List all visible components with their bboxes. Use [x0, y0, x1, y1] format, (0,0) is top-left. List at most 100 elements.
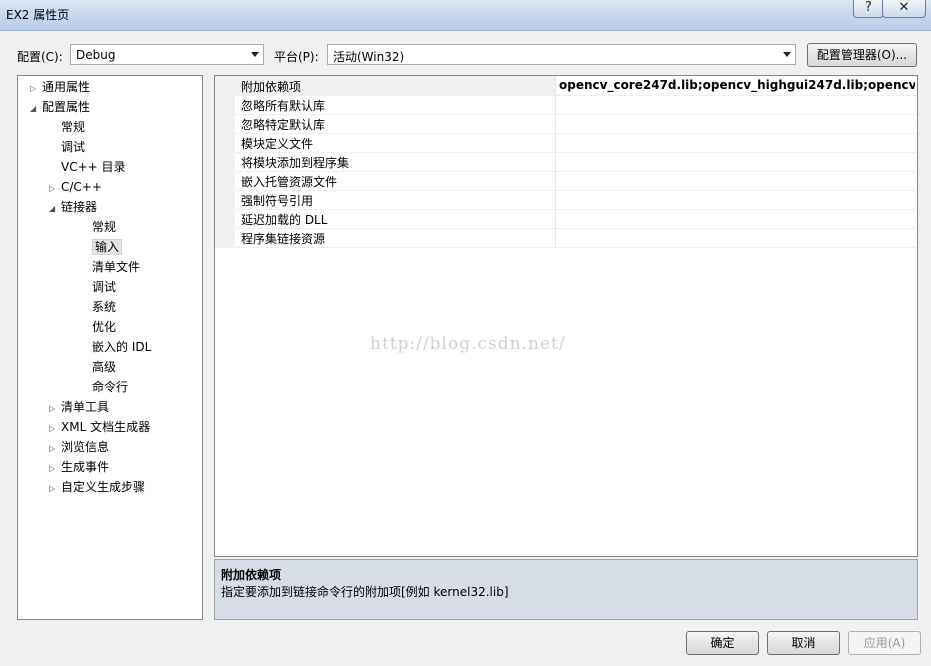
- tree-item-label: 命令行: [92, 380, 129, 394]
- tree-item-label: 清单文件: [92, 260, 141, 274]
- watermark: http://blog.csdn.net/: [370, 334, 566, 354]
- tree-item[interactable]: ◢ 配置属性: [30, 98, 90, 116]
- tree-item[interactable]: 嵌入的 IDL: [80, 338, 151, 356]
- property-row[interactable]: 忽略特定默认库: [215, 114, 917, 134]
- chevron-down-icon: [783, 52, 791, 57]
- tree-item[interactable]: ▷ 自定义生成步骤: [49, 478, 145, 496]
- tree-item[interactable]: 常规: [49, 118, 85, 136]
- tree-item[interactable]: 命令行: [80, 378, 128, 396]
- tree-item[interactable]: 高级: [80, 358, 116, 376]
- dialog-body: 配置(C): Debug 平台(P): 活动(Win32) 配置管理器(O)..…: [0, 31, 931, 666]
- tree-item[interactable]: 调试: [49, 138, 85, 156]
- tree-item-label: 嵌入的 IDL: [92, 340, 152, 354]
- ok-button[interactable]: 确定: [686, 631, 759, 655]
- tree-item-label: 通用属性: [42, 80, 91, 94]
- expand-icon[interactable]: ▷: [49, 480, 61, 498]
- tree-item-label: 系统: [92, 300, 117, 314]
- row-margin: [215, 133, 235, 152]
- cancel-button[interactable]: 取消: [767, 631, 840, 655]
- property-name: 嵌入托管资源文件: [241, 175, 338, 189]
- window-title: EX2 属性页: [6, 8, 70, 22]
- tree-item[interactable]: 常规: [80, 218, 116, 236]
- property-name: 忽略特定默认库: [241, 118, 326, 132]
- tree-item[interactable]: ▷ XML 文档生成器: [49, 418, 150, 436]
- property-value[interactable]: opencv_core247d.lib;opencv_highgui247d.l…: [559, 78, 915, 92]
- tree-item-label: 浏览信息: [61, 440, 110, 454]
- row-margin: [215, 228, 235, 247]
- title-bar: EX2 属性页 ? ✕: [0, 0, 931, 31]
- tree-item-label: 自定义生成步骤: [61, 480, 146, 494]
- chevron-down-icon: [251, 52, 259, 57]
- property-name: 附加依赖项: [241, 80, 302, 94]
- column-divider: [555, 152, 556, 171]
- property-row[interactable]: 强制符号引用: [215, 190, 917, 210]
- tree-item-label: 配置属性: [42, 100, 91, 114]
- tree-item[interactable]: 系统: [80, 298, 116, 316]
- expand-icon[interactable]: ▷: [49, 180, 61, 198]
- platform-value: 活动(Win32): [333, 50, 405, 64]
- tree-item-label: 链接器: [61, 200, 98, 214]
- expand-icon[interactable]: ▷: [49, 420, 61, 438]
- column-divider: [555, 76, 556, 95]
- row-margin: [215, 114, 235, 133]
- property-name: 程序集链接资源: [241, 232, 326, 246]
- tree-item-label: XML 文档生成器: [61, 420, 151, 434]
- expand-icon[interactable]: ▷: [49, 460, 61, 478]
- tree-item[interactable]: ◢ 链接器: [49, 198, 97, 216]
- property-row[interactable]: 模块定义文件: [215, 133, 917, 153]
- tree-item[interactable]: ▷ 浏览信息: [49, 438, 109, 456]
- collapse-icon[interactable]: ◢: [30, 100, 42, 118]
- tree-item[interactable]: ▷ C/C++: [49, 178, 102, 196]
- tree-item[interactable]: ▷ 清单工具: [49, 398, 109, 416]
- property-name: 强制符号引用: [241, 194, 314, 208]
- property-row[interactable]: 程序集链接资源: [215, 228, 917, 248]
- expand-icon[interactable]: ▷: [49, 400, 61, 418]
- config-label: 配置(C):: [17, 50, 63, 64]
- property-row[interactable]: 嵌入托管资源文件: [215, 171, 917, 191]
- column-divider: [555, 133, 556, 152]
- property-row[interactable]: 忽略所有默认库: [215, 95, 917, 115]
- help-button[interactable]: ?: [853, 0, 884, 18]
- column-divider: [555, 95, 556, 114]
- tree-item-label: 清单工具: [61, 400, 110, 414]
- property-row[interactable]: 将模块添加到程序集: [215, 152, 917, 172]
- tree-item-label: 常规: [92, 220, 117, 234]
- tree-item[interactable]: 调试: [80, 278, 116, 296]
- close-icon: ✕: [898, 0, 910, 15]
- expand-icon[interactable]: ▷: [30, 80, 42, 98]
- description-title: 附加依赖项: [221, 568, 282, 582]
- apply-button[interactable]: 应用(A): [848, 631, 921, 655]
- config-manager-button[interactable]: 配置管理器(O)...: [807, 43, 917, 67]
- config-combo[interactable]: Debug: [70, 44, 264, 65]
- tree-item-label: 生成事件: [61, 460, 110, 474]
- tree-item[interactable]: 输入: [80, 238, 123, 256]
- tree-item-label: 常规: [61, 120, 86, 134]
- platform-combo[interactable]: 活动(Win32): [327, 44, 796, 65]
- close-button[interactable]: ✕: [882, 0, 926, 18]
- tree-item-label: 优化: [92, 320, 117, 334]
- tree-item[interactable]: 清单文件: [80, 258, 140, 276]
- row-margin: [215, 95, 235, 114]
- column-divider: [555, 228, 556, 247]
- property-row[interactable]: 延迟加载的 DLL: [215, 209, 917, 229]
- config-value: Debug: [76, 48, 116, 62]
- tree-item-label: 输入: [92, 239, 123, 255]
- expand-icon[interactable]: ▷: [49, 440, 61, 458]
- tree-item[interactable]: 优化: [80, 318, 116, 336]
- column-divider: [555, 114, 556, 133]
- row-margin: [215, 152, 235, 171]
- property-name: 忽略所有默认库: [241, 99, 326, 113]
- tree-item[interactable]: ▷ 通用属性: [30, 78, 90, 96]
- row-margin: [215, 190, 235, 209]
- collapse-icon[interactable]: ◢: [49, 200, 61, 218]
- row-margin: [215, 209, 235, 228]
- property-name: 模块定义文件: [241, 137, 314, 151]
- row-margin: [215, 76, 235, 95]
- tree-item[interactable]: VC++ 目录: [49, 158, 126, 176]
- property-name: 延迟加载的 DLL: [241, 213, 328, 227]
- property-row[interactable]: 附加依赖项 opencv_core247d.lib;opencv_highgui2…: [215, 76, 917, 96]
- property-grid[interactable]: http://blog.csdn.net/ 附加依赖项 opencv_core24…: [214, 75, 918, 557]
- tree-item-label: 调试: [92, 280, 117, 294]
- tree-item[interactable]: ▷ 生成事件: [49, 458, 109, 476]
- property-tree[interactable]: ▷ 通用属性 ◢ 配置属性 常规 调试 VC++ 目录 ▷ C/C++ ◢ 链接器 常规 输入 清单文件调…: [17, 75, 203, 620]
